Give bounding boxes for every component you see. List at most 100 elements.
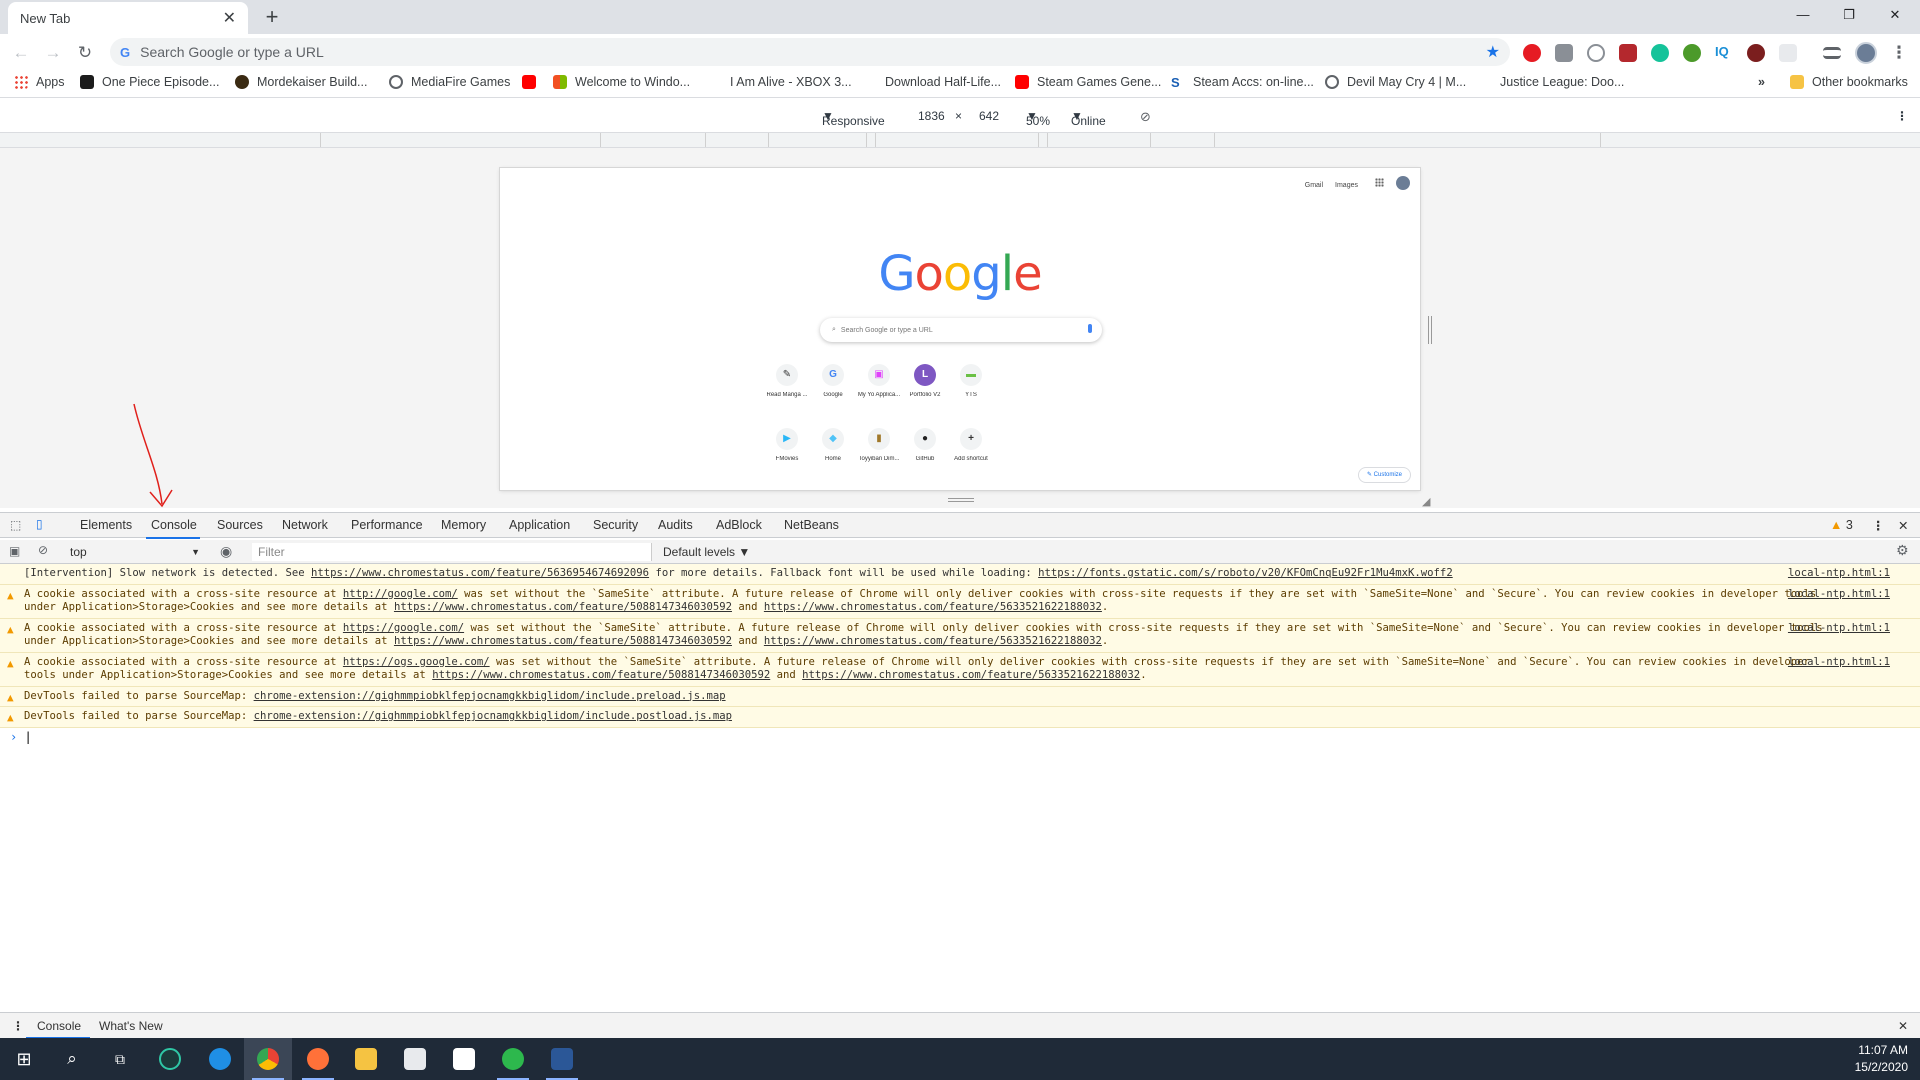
- shield-extension-icon[interactable]: [1555, 44, 1573, 62]
- console-message[interactable]: ▲ A cookie associated with a cross-site r…: [0, 584, 1920, 619]
- media-control-icon[interactable]: [1823, 47, 1841, 59]
- iq-extension-icon[interactable]: IQ: [1715, 44, 1733, 62]
- apps-grid-icon[interactable]: [1375, 178, 1384, 187]
- forward-icon[interactable]: →: [40, 40, 66, 66]
- gmail-link[interactable]: Gmail: [1305, 182, 1323, 189]
- message-source-link[interactable]: local-ntp.html:1: [1788, 656, 1890, 670]
- tab-console[interactable]: Console: [151, 518, 197, 532]
- drawer-tab-console[interactable]: Console: [37, 1019, 81, 1033]
- close-tab-icon[interactable]: ✕: [223, 8, 236, 28]
- start-button[interactable]: ⊞: [0, 1038, 48, 1080]
- shortcut-tile[interactable]: ▬ YTS: [941, 364, 1001, 398]
- tab-audits[interactable]: Audits: [658, 518, 693, 532]
- filter-input[interactable]: Filter: [252, 543, 652, 561]
- tab-elements[interactable]: Elements: [80, 518, 132, 532]
- bookmark-star-icon[interactable]: ★: [1486, 42, 1500, 62]
- bookmark-item[interactable]: I Am Alive - XBOX 3...: [730, 75, 852, 89]
- taskbar-app-chrome[interactable]: [244, 1038, 292, 1080]
- blank-extension-icon[interactable]: [1779, 44, 1797, 62]
- warning-counter[interactable]: ▲ 3: [1830, 518, 1853, 532]
- width-input[interactable]: 1836: [918, 109, 945, 123]
- avatar[interactable]: [1396, 176, 1410, 190]
- tab-application[interactable]: Application: [509, 518, 570, 532]
- close-window-icon[interactable]: ✕: [1872, 0, 1918, 30]
- inspect-element-icon[interactable]: ⬚: [10, 518, 21, 532]
- context-select[interactable]: top ▼: [66, 543, 202, 561]
- ntp-search-box[interactable]: ⌕ Search Google or type a URL: [820, 318, 1102, 342]
- info-extension-icon[interactable]: [1587, 44, 1605, 62]
- console-message[interactable]: ▲ DevTools failed to parse SourceMap: chr…: [0, 707, 1920, 728]
- bookmark-item[interactable]: S Steam Accs: on-line...: [1171, 75, 1314, 90]
- device-toggle-icon[interactable]: ▯: [36, 517, 43, 531]
- close-devtools-icon[interactable]: ✕: [1898, 518, 1908, 533]
- device-mode-select[interactable]: Responsive ▼: [822, 109, 885, 128]
- reload-icon[interactable]: ↻: [72, 40, 98, 66]
- opera-extension-icon[interactable]: [1523, 44, 1541, 62]
- taskbar-app[interactable]: [342, 1038, 390, 1080]
- bookmark-item[interactable]: Steam Games Gene...: [1015, 75, 1161, 89]
- minimize-icon[interactable]: —: [1780, 0, 1826, 30]
- drawer-menu-icon[interactable]: ⋮: [12, 1019, 24, 1033]
- taskbar-app[interactable]: [196, 1038, 244, 1080]
- bookmark-item[interactable]: Devil May Cry 4 | M...: [1325, 75, 1466, 89]
- taskbar-app[interactable]: [440, 1038, 488, 1080]
- network-throttle-select[interactable]: Online ▼: [1071, 109, 1106, 128]
- restore-icon[interactable]: ❐: [1826, 0, 1872, 30]
- bookmark-item[interactable]: Welcome to Windo...: [553, 75, 690, 89]
- log-levels-select[interactable]: Default levels ▼: [663, 543, 750, 561]
- tab-performance[interactable]: Performance: [351, 518, 423, 532]
- bookmark-item[interactable]: MediaFire Games: [389, 75, 510, 89]
- tab-sources[interactable]: Sources: [217, 518, 263, 532]
- tab-netbeans[interactable]: NetBeans: [784, 518, 839, 532]
- new-tab-button[interactable]: +: [258, 4, 286, 32]
- taskbar-app[interactable]: [538, 1038, 586, 1080]
- close-drawer-icon[interactable]: ✕: [1898, 1019, 1908, 1033]
- bookmark-apps[interactable]: Apps: [14, 75, 65, 89]
- task-view-button[interactable]: ⧉: [96, 1038, 144, 1080]
- bookmark-folder[interactable]: Other bookmarks: [1790, 75, 1908, 89]
- message-source-link[interactable]: local-ntp.html:1: [1788, 588, 1890, 602]
- bookmark-item[interactable]: One Piece Episode...: [80, 75, 219, 89]
- console-message[interactable]: ▲ A cookie associated with a cross-site r…: [0, 618, 1920, 653]
- resize-handle-right[interactable]: [1428, 316, 1432, 344]
- taskbar-app[interactable]: [146, 1038, 194, 1080]
- k-extension-icon[interactable]: [1747, 44, 1765, 62]
- shortcut-tile[interactable]: + Add shortcut: [941, 428, 1001, 462]
- message-source-link[interactable]: local-ntp.html:1: [1788, 622, 1890, 636]
- sidebar-toggle-icon[interactable]: ▣: [9, 544, 20, 558]
- height-input[interactable]: 642: [979, 109, 999, 123]
- menu-icon[interactable]: ⋮: [1886, 40, 1912, 66]
- bookmark-item[interactable]: Mordekaiser Build...: [235, 75, 367, 89]
- bookmark-youtube[interactable]: [522, 75, 544, 89]
- resize-handle-corner[interactable]: ◢: [1422, 495, 1430, 508]
- tab-adblock[interactable]: AdBlock: [716, 518, 762, 532]
- tab-network[interactable]: Network: [282, 518, 328, 532]
- tab-security[interactable]: Security: [593, 518, 638, 532]
- drawer-tab-whats-new[interactable]: What's New: [99, 1019, 163, 1033]
- taskbar-app[interactable]: [391, 1038, 439, 1080]
- customize-button[interactable]: ✎ Customize: [1358, 468, 1410, 482]
- devtools-menu-icon[interactable]: ⋮: [1872, 518, 1885, 533]
- taskbar-app[interactable]: [294, 1038, 342, 1080]
- zoom-select[interactable]: 50% ▼: [1026, 109, 1050, 128]
- device-more-icon[interactable]: ⋮: [1896, 109, 1908, 123]
- globe-extension-icon[interactable]: [1683, 44, 1701, 62]
- rotate-icon[interactable]: ⊘: [1140, 109, 1151, 125]
- profile-avatar[interactable]: [1855, 42, 1877, 64]
- bookmark-item[interactable]: Justice League: Doo...: [1500, 75, 1624, 89]
- console-message[interactable]: [Intervention] Slow network is detected.…: [0, 564, 1920, 585]
- system-clock[interactable]: 11:07 AM 15/2/2020: [1855, 1042, 1908, 1076]
- clear-console-icon[interactable]: ⊘: [38, 543, 48, 557]
- microphone-icon[interactable]: [1088, 324, 1092, 333]
- back-icon[interactable]: ←: [8, 40, 34, 66]
- taskbar-app[interactable]: [489, 1038, 537, 1080]
- browser-tab[interactable]: New Tab ✕: [8, 2, 248, 34]
- bookmark-item[interactable]: Download Half-Life...: [885, 75, 1001, 89]
- settings-gear-icon[interactable]: ⚙: [1896, 542, 1909, 559]
- eye-icon[interactable]: ◉: [220, 543, 232, 560]
- more-bookmarks-icon[interactable]: »: [1758, 75, 1765, 89]
- grammarly-extension-icon[interactable]: [1651, 44, 1669, 62]
- omnibox[interactable]: G Search Google or type a URL ★: [110, 38, 1510, 66]
- console-prompt[interactable]: › |: [0, 728, 1920, 746]
- resize-handle-bottom[interactable]: [948, 498, 974, 502]
